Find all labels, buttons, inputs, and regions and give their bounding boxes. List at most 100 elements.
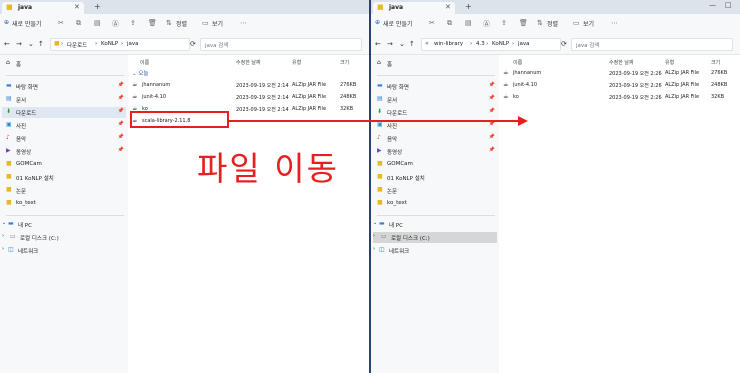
breadcrumb-item[interactable]: 다운로드: [67, 41, 87, 49]
column-header-date[interactable]: 수정한 날짜: [236, 59, 261, 66]
new-tab-icon[interactable]: +: [94, 2, 101, 11]
forward-icon[interactable]: →: [387, 40, 393, 48]
sort-button[interactable]: 정렬: [547, 19, 558, 28]
sidebar-item-konlp-install[interactable]: ■ 01 KoNLP 설치: [2, 172, 126, 183]
breadcrumb-item[interactable]: win-library: [434, 41, 463, 47]
breadcrumb-item[interactable]: KoNLP: [101, 41, 118, 47]
column-header-size[interactable]: 크기: [711, 59, 720, 66]
sidebar-item-videos[interactable]: ▶ 동영상 📌: [373, 146, 497, 157]
sidebar-item-home[interactable]: ⌂ 홈: [2, 58, 126, 69]
sort-icon[interactable]: ⇅: [166, 19, 172, 27]
sidebar-item-network[interactable]: › ◫ 네트워크: [373, 245, 497, 256]
up-icon[interactable]: ↑: [409, 40, 415, 48]
breadcrumb-item[interactable]: 4.3: [476, 41, 485, 47]
cut-icon[interactable]: ✂: [58, 19, 64, 27]
sidebar-item-this-pc[interactable]: ⌄ ▬ 내 PC: [2, 219, 126, 230]
view-button[interactable]: 보기: [212, 19, 223, 28]
rename-icon[interactable]: Ⓐ: [112, 19, 119, 29]
rename-icon[interactable]: Ⓐ: [483, 19, 490, 29]
sidebar-item-ko-text[interactable]: ■ ko_text: [373, 198, 497, 209]
back-icon[interactable]: ←: [375, 40, 381, 48]
column-header-name[interactable]: 이름: [140, 59, 149, 66]
sidebar-item-konlp-install[interactable]: ■ 01 KoNLP 설치: [373, 172, 497, 183]
group-header[interactable]: ⌄ 오늘: [132, 69, 148, 77]
table-row[interactable]: ☕ ko 2023-09-19 오전 2:26 ALZip JAR File 32KB: [503, 92, 736, 102]
sidebar-item-home[interactable]: ⌂ 홈: [373, 58, 497, 69]
chevron-right-icon[interactable]: ›: [2, 246, 4, 252]
table-row[interactable]: ☕ junit-4.10 2023-09-19 오전 2:14 ALZip JAR F…: [132, 92, 365, 102]
chevron-right-icon[interactable]: ›: [2, 233, 4, 239]
copy-icon[interactable]: ⧉: [76, 19, 81, 28]
new-tab-icon[interactable]: +: [465, 2, 472, 11]
share-icon[interactable]: ⇪: [501, 19, 507, 27]
sidebar-item-local-disk[interactable]: › ▭ 로컬 디스크 (C:): [373, 232, 497, 243]
more-icon[interactable]: ⋯: [611, 19, 618, 27]
sidebar-item-ko-text[interactable]: ■ ko_text: [2, 198, 126, 209]
tab-java[interactable]: ■ java ✕: [2, 2, 84, 14]
sidebar-item-desktop[interactable]: ▬ 바탕 화면 📌: [373, 81, 497, 92]
sidebar-item-downloads[interactable]: ⬇ 다운로드 📌: [2, 107, 126, 118]
up-icon[interactable]: ↑: [38, 40, 44, 48]
table-row[interactable]: ☕ jhannanum 2023-09-19 오전 2:14 ALZip JAR Fi…: [132, 80, 365, 90]
forward-icon[interactable]: →: [16, 40, 22, 48]
new-icon[interactable]: ⊕: [4, 19, 9, 26]
table-row[interactable]: ☕ junit-4.10 2023-09-19 오전 2:26 ALZip JAR F…: [503, 80, 736, 90]
new-button[interactable]: 새로 만들기: [383, 19, 413, 28]
sidebar-item-documents[interactable]: ▤ 문서 📌: [373, 94, 497, 105]
cut-icon[interactable]: ✂: [429, 19, 435, 27]
sidebar-item-pictures[interactable]: ▣ 사진 📌: [2, 120, 126, 131]
copy-icon[interactable]: ⧉: [447, 19, 452, 28]
chevron-right-icon[interactable]: ›: [373, 246, 375, 252]
share-icon[interactable]: ⇪: [130, 19, 136, 27]
sidebar-item-gomcam[interactable]: ■ GOMCam: [373, 159, 497, 170]
column-header-size[interactable]: 크기: [340, 59, 349, 66]
more-icon[interactable]: ⋯: [240, 19, 247, 27]
paste-icon[interactable]: ▤: [94, 19, 101, 27]
delete-icon[interactable]: 🗑: [148, 19, 157, 27]
recent-icon[interactable]: ⌄: [399, 40, 405, 48]
sidebar-item-downloads[interactable]: ⬇ 다운로드 📌: [373, 107, 497, 118]
chevron-down-icon[interactable]: ⌄: [373, 220, 377, 226]
search-input[interactable]: java 검색: [571, 38, 733, 51]
search-input[interactable]: java 검색: [200, 38, 362, 51]
refresh-icon[interactable]: ⟳: [190, 40, 196, 48]
sidebar-item-papers[interactable]: ■ 논문: [2, 185, 126, 196]
sidebar-item-local-disk[interactable]: › ▭ 로컬 디스크 (C:): [2, 232, 126, 243]
sidebar-item-videos[interactable]: ▶ 동영상 📌: [2, 146, 126, 157]
sidebar-item-this-pc[interactable]: ⌄ ▬ 내 PC: [373, 219, 497, 230]
new-icon[interactable]: ⊕: [375, 19, 380, 26]
view-icon[interactable]: ▭: [202, 19, 209, 27]
sidebar-item-music[interactable]: ♪ 음악 📌: [373, 133, 497, 144]
sidebar-item-music[interactable]: ♪ 음악 📌: [2, 133, 126, 144]
sidebar-item-network[interactable]: › ◫ 네트워크: [2, 245, 126, 256]
recent-icon[interactable]: ⌄: [28, 40, 34, 48]
close-icon[interactable]: ✕: [74, 3, 80, 11]
path-box[interactable]: « win-library › 4.3 › KoNLP › java: [421, 38, 561, 51]
back-icon[interactable]: ←: [4, 40, 10, 48]
refresh-icon[interactable]: ⟳: [561, 40, 567, 48]
column-header-type[interactable]: 유형: [292, 59, 301, 66]
table-row[interactable]: ☕ jhannanum 2023-09-19 오전 2:26 ALZip JAR Fi…: [503, 68, 736, 78]
view-icon[interactable]: ▭: [573, 19, 580, 27]
more-path-icon[interactable]: «: [425, 40, 429, 47]
paste-icon[interactable]: ▤: [465, 19, 472, 27]
sidebar-item-documents[interactable]: ▤ 문서 📌: [2, 94, 126, 105]
breadcrumb-item[interactable]: java: [518, 41, 530, 47]
minimize-icon[interactable]: —: [709, 1, 716, 9]
close-icon[interactable]: ✕: [445, 3, 451, 11]
path-box[interactable]: ■ › 다운로드 › KoNLP › java: [50, 38, 190, 51]
sidebar-item-papers[interactable]: ■ 논문: [373, 185, 497, 196]
sort-button[interactable]: 정렬: [176, 19, 187, 28]
new-button[interactable]: 새로 만들기: [12, 19, 42, 28]
sidebar-item-gomcam[interactable]: ■ GOMCam: [2, 159, 126, 170]
chevron-down-icon[interactable]: ⌄: [2, 220, 6, 226]
delete-icon[interactable]: 🗑: [519, 19, 528, 27]
tab-java[interactable]: ■ java ✕: [373, 2, 455, 14]
breadcrumb-item[interactable]: KoNLP: [492, 41, 509, 47]
view-button[interactable]: 보기: [583, 19, 594, 28]
sidebar-item-desktop[interactable]: ▬ 바탕 화면 📌: [2, 81, 126, 92]
column-header-name[interactable]: 이름: [513, 59, 522, 66]
column-header-type[interactable]: 유형: [665, 59, 674, 66]
column-header-date[interactable]: 수정한 날짜: [609, 59, 634, 66]
sort-icon[interactable]: ⇅: [537, 19, 543, 27]
